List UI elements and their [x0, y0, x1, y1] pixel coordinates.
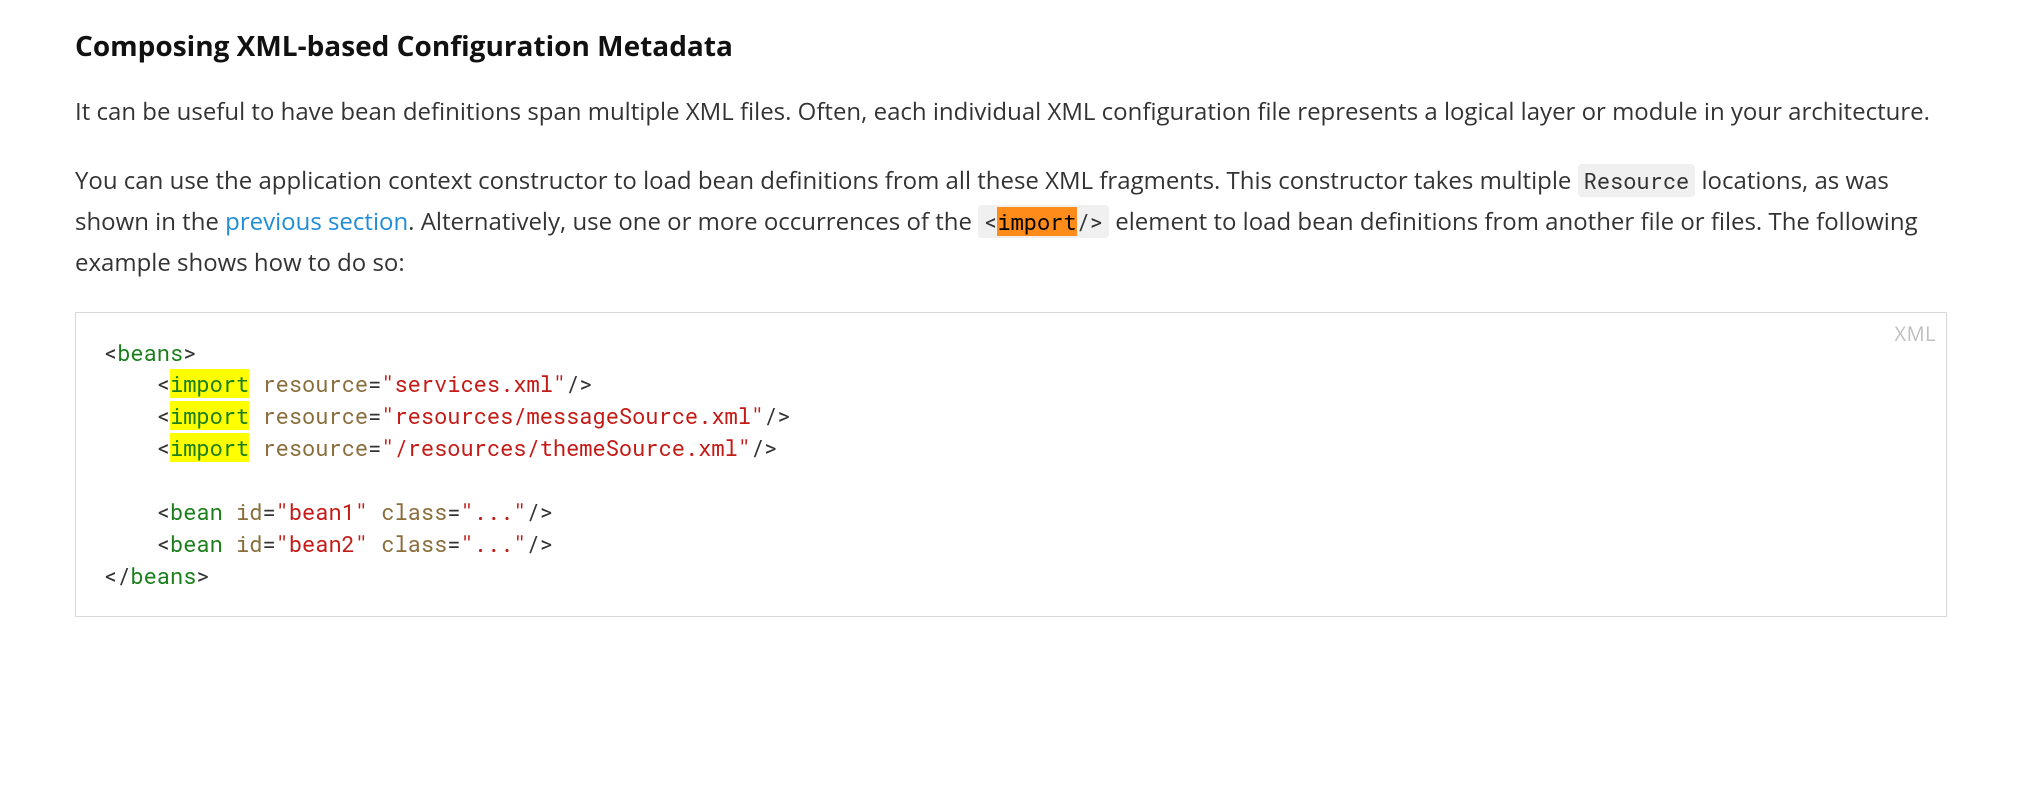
code-listing: XML <beans> <import resource="services.x…: [75, 312, 1947, 617]
code-language-badge: XML: [1895, 319, 1936, 348]
id-attr-1: id: [236, 497, 262, 526]
import-tag-hl-1: import: [170, 369, 249, 398]
id-attr-2: id: [236, 529, 262, 558]
import-tag-hl-3: import: [170, 433, 249, 462]
section-heading: Composing XML-based Configuration Metada…: [75, 28, 1947, 64]
doc-page: Composing XML-based Configuration Metada…: [0, 0, 2022, 786]
resource-attr-3: resource: [262, 433, 368, 462]
previous-section-link[interactable]: previous section: [225, 205, 408, 238]
class-val-1: "...": [460, 497, 526, 526]
angle-close: />: [1077, 207, 1103, 236]
resource-attr-2: resource: [262, 401, 368, 430]
class-val-2: "...": [460, 529, 526, 558]
para2-text-a: You can use the application context cons…: [75, 164, 1578, 197]
beans-close-tag: beans: [130, 561, 196, 590]
class-attr-2: class: [381, 529, 447, 558]
bean-tag-1: bean: [170, 497, 223, 526]
para2-text-c: . Alternatively, use one or more occurre…: [408, 205, 978, 238]
import-tag-hl-2: import: [170, 401, 249, 430]
class-attr-1: class: [381, 497, 447, 526]
code-block: <beans> <import resource="services.xml"/…: [104, 337, 1918, 592]
inline-code-resource: Resource: [1578, 164, 1696, 197]
inline-code-import: <import/>: [978, 205, 1109, 238]
highlight-import-orange: import: [997, 207, 1076, 236]
resource-attr-1: resource: [262, 369, 368, 398]
bean1-id-val: "bean1": [276, 497, 368, 526]
paragraph-1: It can be useful to have bean definition…: [75, 92, 1947, 133]
angle-open: <: [984, 207, 997, 236]
resource-val-1: "services.xml": [381, 369, 566, 398]
resource-val-3: "/resources/themeSource.xml": [381, 433, 751, 462]
paragraph-2: You can use the application context cons…: [75, 161, 1947, 283]
bean-tag-2: bean: [170, 529, 223, 558]
bean2-id-val: "bean2": [276, 529, 368, 558]
resource-val-2: "resources/messageSource.xml": [381, 401, 764, 430]
beans-open-tag: beans: [117, 338, 183, 367]
